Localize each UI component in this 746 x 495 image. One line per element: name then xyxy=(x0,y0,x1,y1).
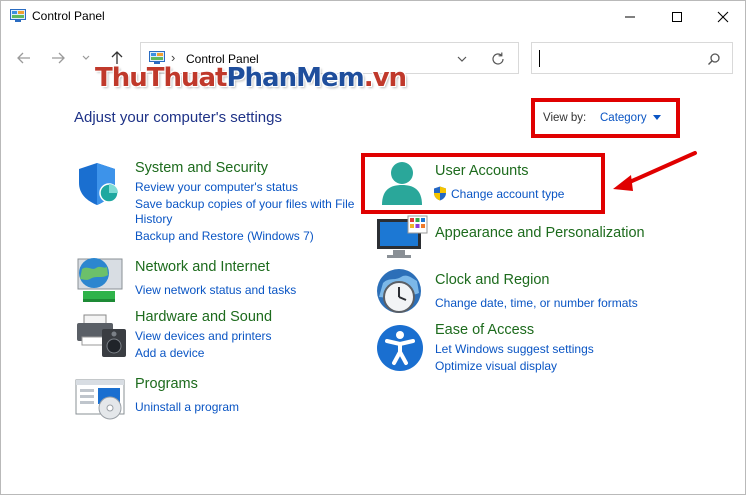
close-button[interactable] xyxy=(700,1,745,33)
link-save-backup[interactable]: Save backup copies of your files with Fi… xyxy=(135,197,354,211)
close-icon xyxy=(717,11,729,23)
watermark-part-2: PhanMem xyxy=(226,63,364,93)
refresh-icon[interactable] xyxy=(490,51,506,67)
chevron-down-icon[interactable] xyxy=(454,51,470,67)
printer-speaker-icon[interactable] xyxy=(74,313,128,359)
category-clock-region[interactable]: Clock and Region xyxy=(435,272,549,288)
link-save-backup-history[interactable]: History xyxy=(135,212,172,226)
title-bar[interactable]: Control Panel xyxy=(1,1,745,33)
link-change-date-time[interactable]: Change date, time, or number formats xyxy=(435,296,638,310)
link-optimize-display[interactable]: Optimize visual display xyxy=(435,359,557,373)
maximize-icon xyxy=(672,12,682,22)
recent-locations-button[interactable] xyxy=(77,46,95,70)
highlight-box-user-accounts xyxy=(361,153,605,214)
forward-button[interactable] xyxy=(46,46,70,70)
category-hardware-sound[interactable]: Hardware and Sound xyxy=(135,309,272,325)
watermark-logo: ThuThuatPhanMem.vn xyxy=(95,63,407,93)
arrow-left-icon xyxy=(17,52,30,64)
control-panel-window: Control Panel › Control Panel ThuThuatPh… xyxy=(0,0,746,495)
programs-icon[interactable] xyxy=(74,376,128,420)
link-backup-restore[interactable]: Backup and Restore (Windows 7) xyxy=(135,229,314,243)
clock-globe-icon[interactable] xyxy=(375,267,427,317)
arrow-right-icon xyxy=(52,52,65,64)
category-system-security[interactable]: System and Security xyxy=(135,160,268,176)
minimize-button[interactable] xyxy=(607,1,653,33)
search-icon[interactable] xyxy=(707,52,721,66)
page-title: Adjust your computer's settings xyxy=(74,109,282,126)
monitor-personalize-icon[interactable] xyxy=(375,215,429,261)
watermark-part-3: .vn xyxy=(363,63,407,93)
minimize-icon xyxy=(625,16,635,18)
search-input[interactable] xyxy=(538,49,702,69)
maximize-button[interactable] xyxy=(654,1,700,33)
category-ease-of-access[interactable]: Ease of Access xyxy=(435,322,534,338)
category-appearance-personalization[interactable]: Appearance and Personalization xyxy=(435,225,645,241)
search-box[interactable] xyxy=(531,42,733,74)
category-programs[interactable]: Programs xyxy=(135,376,198,392)
watermark-part-1: ThuThuat xyxy=(95,63,227,93)
chevron-down-icon xyxy=(82,55,90,60)
highlight-box-view-by xyxy=(531,98,680,138)
control-panel-icon xyxy=(10,9,26,22)
link-uninstall-program[interactable]: Uninstall a program xyxy=(135,400,239,414)
accessibility-icon[interactable] xyxy=(375,323,425,373)
category-network-internet[interactable]: Network and Internet xyxy=(135,259,270,275)
link-network-status[interactable]: View network status and tasks xyxy=(135,283,296,297)
link-devices-printers[interactable]: View devices and printers xyxy=(135,329,272,343)
window-title: Control Panel xyxy=(32,9,105,23)
link-suggest-settings[interactable]: Let Windows suggest settings xyxy=(435,342,594,356)
shield-icon[interactable] xyxy=(76,161,126,207)
red-arrow-annotation xyxy=(613,151,697,191)
network-globe-icon[interactable] xyxy=(74,255,126,303)
link-review-status[interactable]: Review your computer's status xyxy=(135,180,298,194)
link-add-device[interactable]: Add a device xyxy=(135,346,204,360)
back-button[interactable] xyxy=(12,46,36,70)
